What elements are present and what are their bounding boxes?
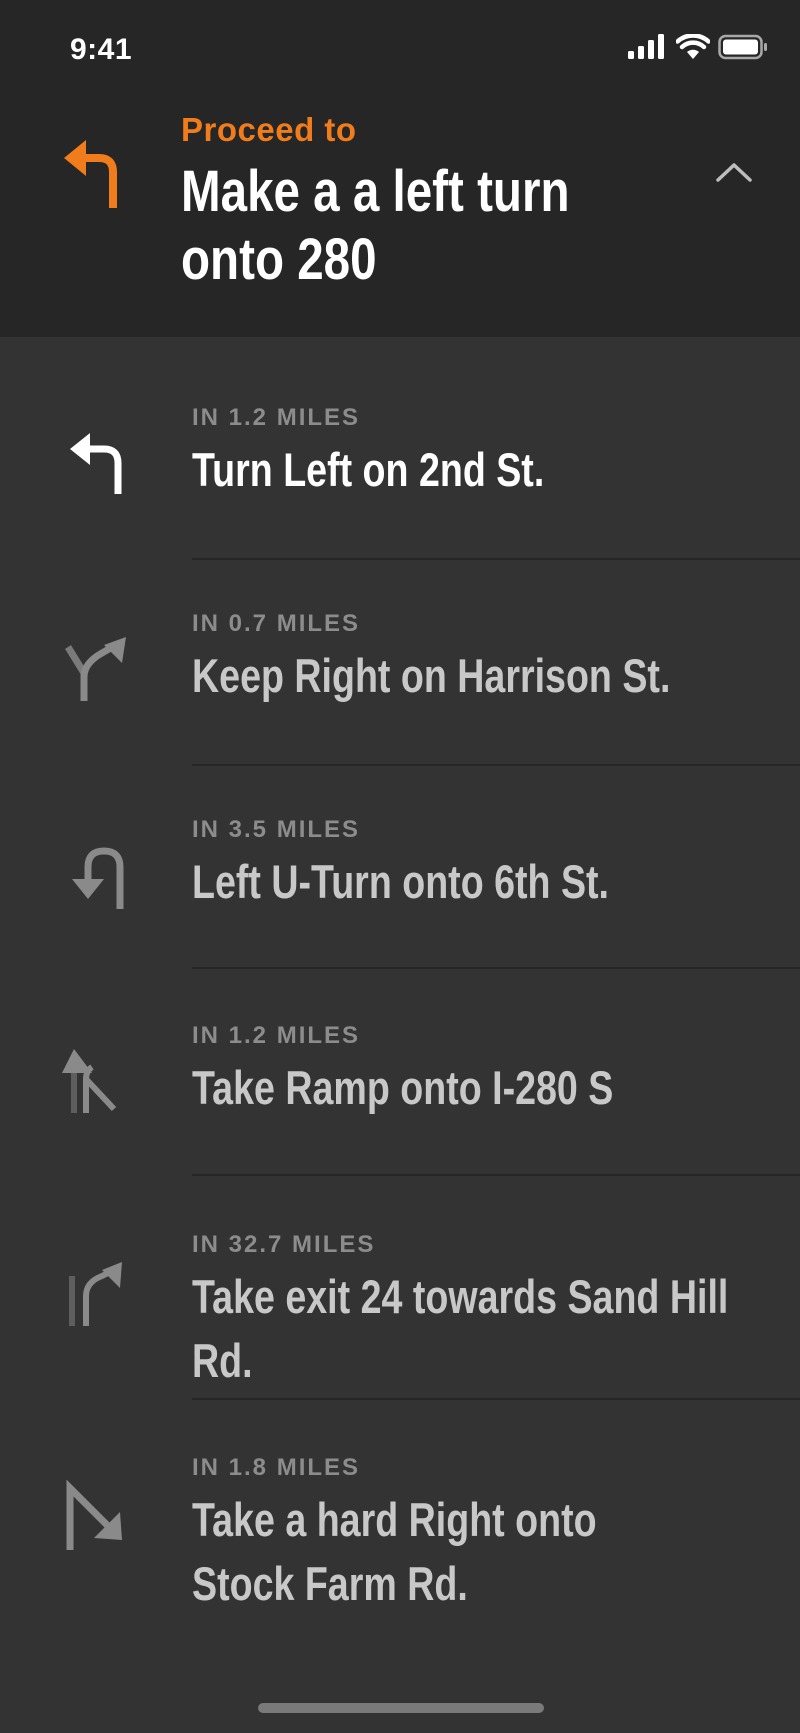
step-distance: IN 3.5 MILES (192, 816, 361, 843)
step-instruction: Take exit 24 towards Sand Hill Rd. (192, 1270, 729, 1387)
turn-left-icon (70, 433, 122, 494)
turn-left-icon (64, 140, 117, 208)
step-instruction: Keep Right on Harrison St. (192, 649, 671, 702)
step-instruction: Left U-Turn onto 6th St. (192, 855, 609, 908)
step-instruction: Take Ramp onto I-280 S (192, 1061, 614, 1114)
maneuver-title: Make a a left turn onto 280 (181, 159, 570, 292)
battery-icon (718, 34, 767, 60)
step-distance: IN 1.2 MILES (192, 404, 361, 431)
direction-step[interactable]: IN 3.5 MILES Left U-Turn onto 6th St. (0, 766, 800, 969)
u-turn-left-icon (72, 847, 124, 909)
direction-step[interactable]: IN 0.7 MILES Keep Right on Harrison St. (0, 560, 800, 766)
cellular-signal-icon (628, 34, 664, 59)
step-distance: IN 1.8 MILES (192, 1454, 361, 1481)
proceed-label: Proceed to (181, 111, 357, 148)
directions-list: IN 1.2 MILES Turn Left on 2nd St. IN 0.7… (0, 337, 800, 1630)
navigation-header: 9:41 Proceed to Make a a left turn onto … (0, 0, 800, 337)
step-distance: IN 0.7 MILES (192, 610, 361, 637)
status-time: 9:41 (70, 33, 133, 66)
direction-step[interactable]: IN 32.7 MILES Take exit 24 towards Sand … (0, 1176, 800, 1400)
keep-right-icon (65, 637, 126, 701)
step-instruction: Take a hard Right onto Stock Farm Rd. (192, 1493, 597, 1610)
home-indicator[interactable] (258, 1703, 544, 1713)
step-distance: IN 32.7 MILES (192, 1231, 376, 1258)
sharp-right-icon (66, 1480, 122, 1550)
wifi-icon (676, 34, 710, 59)
exit-right-icon (69, 1262, 122, 1326)
direction-step[interactable]: IN 1.8 MILES Take a hard Right onto Stoc… (0, 1400, 800, 1630)
ramp-left-icon (62, 1049, 117, 1113)
direction-step[interactable]: IN 1.2 MILES Turn Left on 2nd St. (0, 337, 800, 560)
step-distance: IN 1.2 MILES (192, 1022, 361, 1049)
chevron-up-icon[interactable] (714, 160, 754, 184)
step-instruction: Turn Left on 2nd St. (192, 443, 545, 496)
status-icons (628, 34, 768, 62)
direction-step[interactable]: IN 1.2 MILES Take Ramp onto I-280 S (0, 969, 800, 1176)
